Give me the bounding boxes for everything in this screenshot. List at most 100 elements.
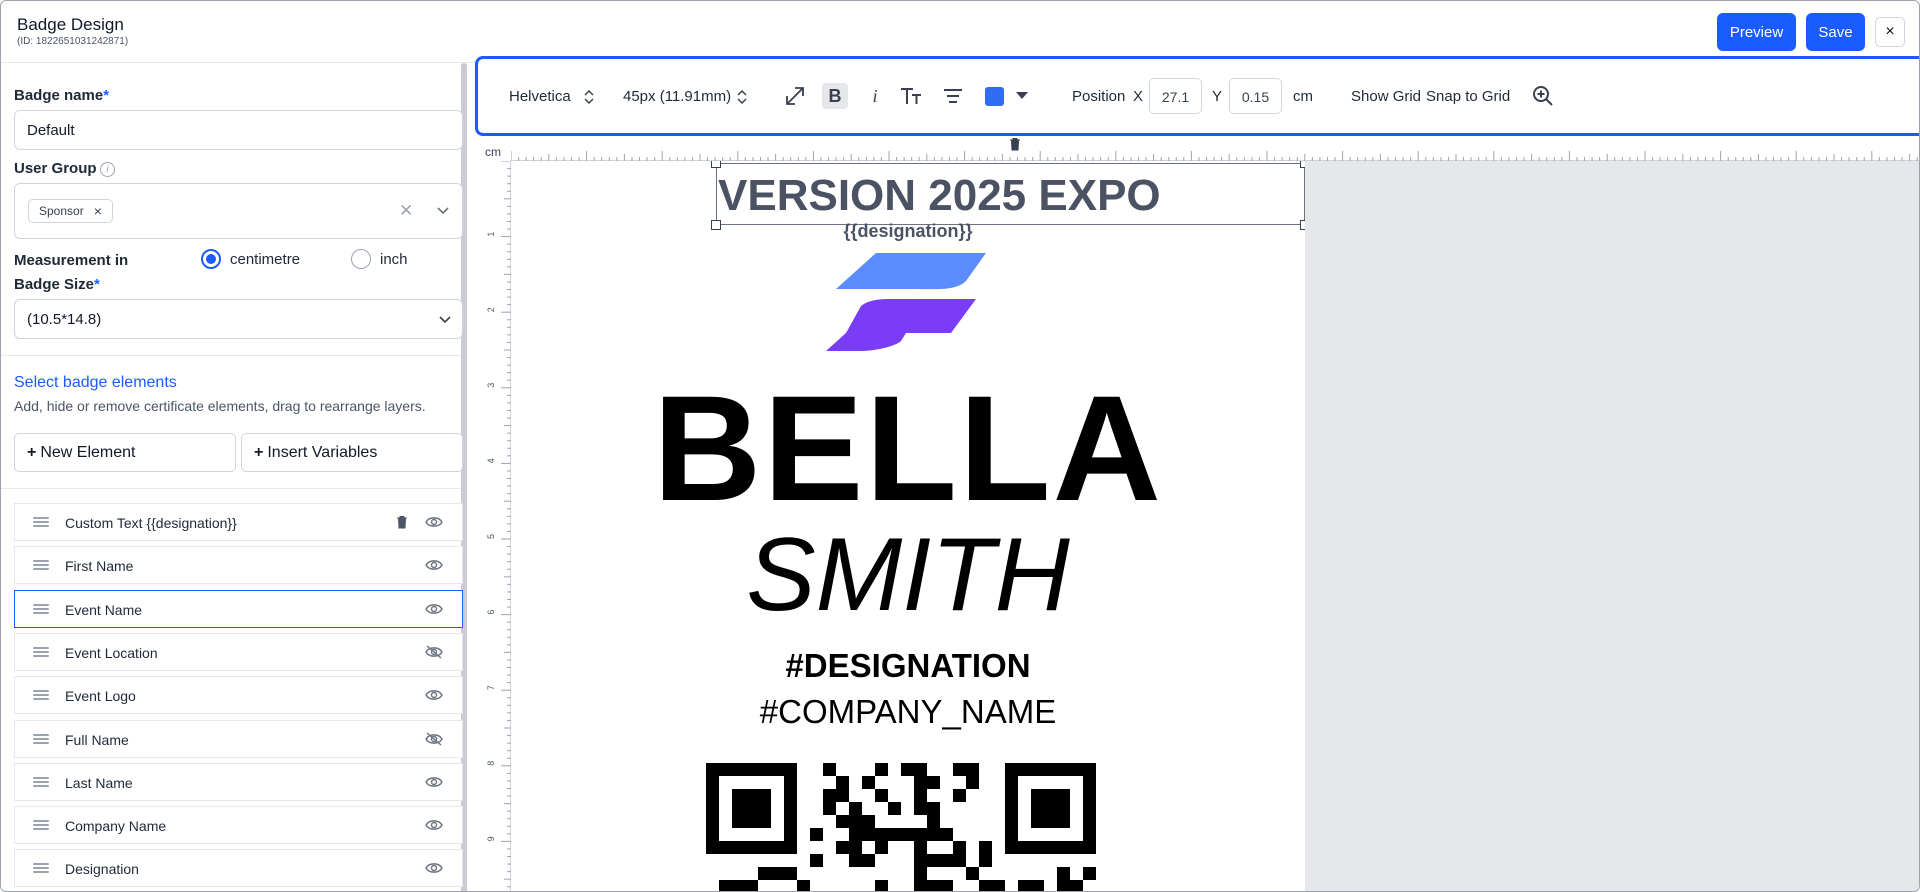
badge-name-input[interactable]: Default xyxy=(14,110,463,150)
element-label: Full Name xyxy=(65,732,129,748)
badge-designation[interactable]: #DESIGNATION xyxy=(511,647,1305,685)
eye-off-icon[interactable] xyxy=(425,645,443,659)
badge-company-name[interactable]: #COMPANY_NAME xyxy=(511,693,1305,731)
qr-code[interactable] xyxy=(706,763,1100,892)
close-button[interactable]: × xyxy=(1875,17,1905,47)
element-label: Custom Text {{designation}} xyxy=(65,515,237,531)
radio-inch[interactable] xyxy=(351,249,371,269)
element-row[interactable]: Full Name xyxy=(14,720,463,758)
ruler-unit: cm xyxy=(479,139,511,161)
zoom-in-icon[interactable] xyxy=(1530,83,1556,109)
element-label: Event Name xyxy=(65,602,143,618)
eye-icon[interactable] xyxy=(425,775,443,789)
element-row[interactable]: Event Logo xyxy=(14,676,463,714)
font-family-select[interactable]: Helvetica xyxy=(509,88,571,105)
drag-handle-icon[interactable] xyxy=(33,604,49,614)
measurement-label: Measurement in xyxy=(14,252,129,269)
eye-icon[interactable] xyxy=(425,818,443,832)
italic-button[interactable]: i xyxy=(862,83,888,109)
drag-handle-icon[interactable] xyxy=(33,777,49,787)
drag-handle-icon[interactable] xyxy=(33,560,49,570)
badge-design-modal: Badge Design (ID: 1822651031242871) Prev… xyxy=(0,0,1920,892)
ruler-tick-label: 1 xyxy=(486,232,496,237)
insert-variables-button[interactable]: + Insert Variables xyxy=(241,433,463,472)
show-grid-toggle[interactable]: Show Grid xyxy=(1351,88,1421,105)
ruler-left-ticks: 1 2 3 4 5 6 7 8 9 xyxy=(486,160,511,888)
eye-icon[interactable] xyxy=(425,688,443,702)
trash-icon[interactable] xyxy=(395,515,409,529)
expand-icon[interactable] xyxy=(782,83,808,109)
ruler-tick-label: 8 xyxy=(486,761,496,766)
radio-centimetre[interactable] xyxy=(201,249,221,269)
eye-icon[interactable] xyxy=(425,515,443,529)
modal-header: Badge Design (ID: 1822651031242871) Prev… xyxy=(1,1,1919,63)
ruler-tick-label: 4 xyxy=(486,458,496,463)
save-button[interactable]: Save xyxy=(1806,13,1865,51)
element-label: Company Name xyxy=(65,818,167,834)
drag-handle-icon[interactable] xyxy=(33,690,49,700)
eye-off-icon[interactable] xyxy=(425,732,443,746)
position-x-input[interactable]: 27.1 xyxy=(1149,78,1202,114)
divider xyxy=(1,488,461,489)
y-label: Y xyxy=(1212,88,1223,105)
text-size-icon[interactable] xyxy=(898,83,924,109)
info-icon[interactable]: i xyxy=(100,162,115,177)
element-row[interactable]: Event Location xyxy=(14,633,463,671)
resize-handle[interactable] xyxy=(1300,161,1305,168)
radio-inch-label: inch xyxy=(380,251,408,268)
badge-canvas[interactable]: VERSION 2025 EXPO {{designation}} BELLA … xyxy=(511,161,1305,892)
updown-icon[interactable] xyxy=(737,88,747,106)
close-icon: × xyxy=(1885,23,1895,40)
selection-box[interactable] xyxy=(711,161,1305,230)
element-row[interactable]: Event Name xyxy=(14,590,463,628)
drag-handle-icon[interactable] xyxy=(33,517,49,527)
badge-size-select[interactable]: (10.5*14.8) xyxy=(14,299,463,339)
new-element-button[interactable]: + New Element xyxy=(14,433,236,472)
chip-remove-icon[interactable]: × xyxy=(94,203,102,219)
badge-first-name[interactable]: BELLA xyxy=(511,373,1305,523)
user-group-select[interactable]: Sponsor × ✕ xyxy=(14,183,463,239)
element-row[interactable]: Last Name xyxy=(14,763,463,801)
bold-button[interactable]: B xyxy=(822,83,848,109)
caret-down-icon[interactable] xyxy=(1016,92,1028,99)
element-row[interactable]: First Name xyxy=(14,546,463,584)
radio-centimetre-label: centimetre xyxy=(230,251,301,268)
user-group-chip: Sponsor × xyxy=(28,199,113,223)
snap-to-grid-toggle[interactable]: Snap to Grid xyxy=(1426,88,1510,105)
eye-icon[interactable] xyxy=(425,558,443,572)
drag-handle-icon[interactable] xyxy=(33,820,49,830)
divider xyxy=(1,355,461,356)
element-row[interactable]: Designation xyxy=(14,849,463,887)
badge-id: (ID: 1822651031242871) xyxy=(17,36,129,47)
page-title: Badge Design xyxy=(17,15,124,34)
align-center-icon[interactable] xyxy=(940,83,966,109)
trash-icon[interactable] xyxy=(1009,137,1021,151)
eye-icon[interactable] xyxy=(425,602,443,616)
updown-icon[interactable] xyxy=(584,88,594,106)
drag-handle-icon[interactable] xyxy=(33,863,49,873)
drag-handle-icon[interactable] xyxy=(33,647,49,657)
badge-designation-variable[interactable]: {{designation}} xyxy=(511,221,1305,242)
elements-section-title: Select badge elements xyxy=(14,374,177,391)
element-row[interactable]: Custom Text {{designation}} xyxy=(14,503,463,541)
badge-last-name[interactable]: SMITH xyxy=(511,523,1305,627)
unit-label: cm xyxy=(1293,88,1313,105)
ruler-tick-label: 2 xyxy=(486,307,496,312)
badge-size-label: Badge Size* xyxy=(14,276,100,293)
element-label: First Name xyxy=(65,558,134,574)
resize-handle[interactable] xyxy=(711,161,721,168)
event-logo-icon[interactable] xyxy=(816,251,986,361)
preview-button[interactable]: Preview xyxy=(1717,13,1796,51)
chevron-down-icon[interactable] xyxy=(435,202,451,218)
drag-handle-icon[interactable] xyxy=(33,734,49,744)
clear-icon[interactable]: ✕ xyxy=(399,201,413,221)
element-row[interactable]: Company Name xyxy=(14,806,463,844)
eye-icon[interactable] xyxy=(425,861,443,875)
text-toolbar: Helvetica 45px (11.91mm) B i Position X … xyxy=(475,56,1919,136)
text-color-swatch[interactable] xyxy=(985,87,1004,106)
position-y-input[interactable]: 0.15 xyxy=(1229,78,1282,114)
badge-name-label: Badge name* xyxy=(14,87,110,104)
ruler-left: 1 2 3 4 5 6 7 8 9 xyxy=(479,160,511,891)
font-size-select[interactable]: 45px (11.91mm) xyxy=(623,88,731,105)
ruler-tick-label: 6 xyxy=(486,610,496,615)
